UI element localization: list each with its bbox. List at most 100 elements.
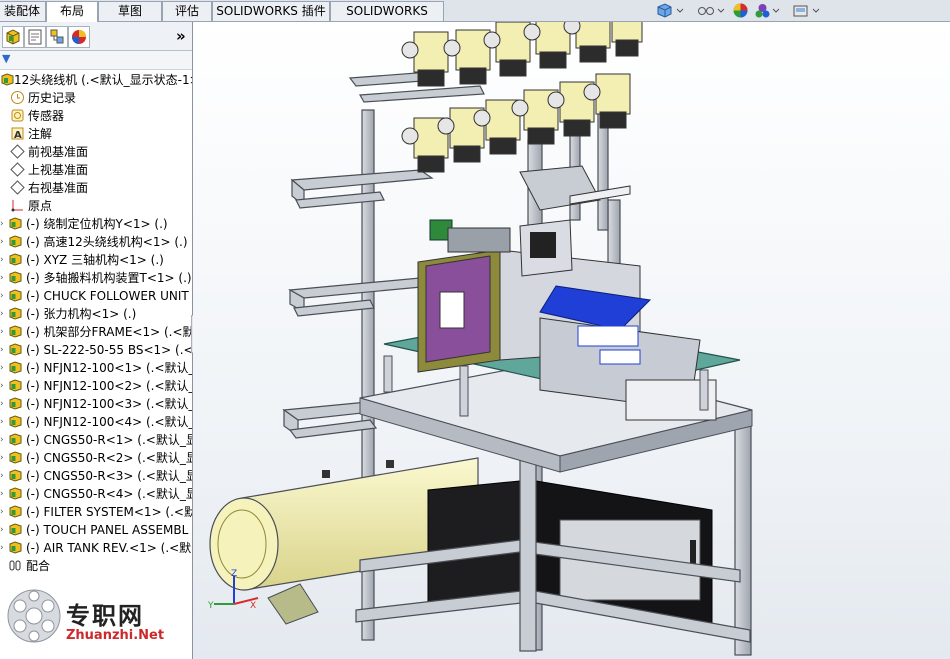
subassembly-icon xyxy=(9,361,22,374)
tree-item[interactable]: 历史记录 xyxy=(0,89,192,107)
tab-assembly[interactable]: 装配体 xyxy=(0,1,46,21)
subassembly-icon xyxy=(9,451,22,464)
chevron-down-icon[interactable] xyxy=(676,2,684,19)
tree-item[interactable]: A 注解 xyxy=(0,125,192,143)
tab-layout[interactable]: 布局 xyxy=(46,1,98,22)
configuration-manager-tab[interactable] xyxy=(46,26,68,48)
tree-item[interactable]: › (-) NFJN12-100<1> (.<默认_ xyxy=(0,359,192,377)
chevron-down-icon[interactable] xyxy=(717,2,725,19)
tree-item-label: (-) TOUCH PANEL ASSEMBL xyxy=(26,523,189,537)
tree-item-label: (-) NFJN12-100<4> (.<默认_ xyxy=(26,415,193,429)
tree-item-label: 上视基准面 xyxy=(28,163,89,177)
expand-icon[interactable]: › xyxy=(0,251,4,269)
tree-item[interactable]: › (-) XYZ 三轴机构<1> (.) xyxy=(0,251,192,269)
subassembly-icon xyxy=(9,523,22,536)
tree-item[interactable]: › (-) CNGS50-R<4> (.<默认_显 xyxy=(0,485,192,503)
subassembly-icon xyxy=(9,397,22,410)
display-manager-tab[interactable] xyxy=(68,26,90,48)
tree-item-label: (-) CNGS50-R<2> (.<默认_显 xyxy=(26,451,193,465)
sensor-icon xyxy=(11,109,24,122)
tree-item[interactable]: › (-) 高速12头绕线机构<1> (.) xyxy=(0,233,192,251)
mates-icon xyxy=(9,560,21,571)
expand-icon[interactable]: › xyxy=(0,233,4,251)
view-orientation-icon[interactable] xyxy=(656,2,673,19)
tree-item[interactable]: › (-) CNGS50-R<3> (.<默认_显 xyxy=(0,467,192,485)
expand-icon[interactable]: › xyxy=(0,323,4,341)
view-settings-icon[interactable] xyxy=(792,2,809,19)
expand-icon[interactable]: › xyxy=(0,341,4,359)
tree-item[interactable]: › (-) 机架部分FRAME<1> (.<默 xyxy=(0,323,192,341)
tree-item[interactable]: › (-) SL-222-50-55 BS<1> (.< xyxy=(0,341,192,359)
tree-item[interactable]: 右视基准面 xyxy=(0,179,192,197)
expand-icon[interactable]: › xyxy=(0,521,4,539)
chevron-down-icon[interactable] xyxy=(812,2,820,19)
command-manager-tabbar: 装配体 布局 草图 评估 SOLIDWORKS 插件 SOLIDWORKS MB… xyxy=(0,0,950,37)
tree-item[interactable]: 配合 xyxy=(0,557,192,575)
expand-icon[interactable]: › xyxy=(0,395,4,413)
tab-evaluate[interactable]: 评估 xyxy=(162,1,212,21)
subassembly-icon xyxy=(9,415,22,428)
expand-icon[interactable]: › xyxy=(0,377,4,395)
tree-item[interactable]: › (-) AIR TANK REV.<1> (.<默 xyxy=(0,539,192,557)
property-manager-tab[interactable] xyxy=(24,26,46,48)
history-icon xyxy=(11,91,24,104)
svg-text:A: A xyxy=(14,130,22,141)
tree-item-label: (-) CNGS50-R<3> (.<默认_显 xyxy=(26,469,193,483)
plane-icon xyxy=(10,162,25,177)
expand-icon[interactable]: › xyxy=(0,485,4,503)
subassembly-icon xyxy=(9,487,22,500)
tree-item[interactable]: › (-) 绕制定位机构Y<1> (.) xyxy=(0,215,192,233)
tree-root[interactable]: 12头绕线机 (.<默认_显示状态-1>) xyxy=(0,71,192,89)
expand-icon[interactable]: › xyxy=(0,467,4,485)
annotation-icon: A xyxy=(11,127,24,141)
tree-item[interactable]: › (-) NFJN12-100<3> (.<默认_ xyxy=(0,395,192,413)
subassembly-icon xyxy=(9,379,22,392)
tab-solidworks-addins[interactable]: SOLIDWORKS 插件 xyxy=(212,1,330,21)
watermark-logo-icon xyxy=(7,589,61,643)
tree-item[interactable]: › (-) 张力机构<1> (.) xyxy=(0,305,192,323)
tree-item[interactable]: 原点 xyxy=(0,197,192,215)
property-icon xyxy=(28,29,42,45)
tree-item[interactable]: › (-) TOUCH PANEL ASSEMBL xyxy=(0,521,192,539)
tab-solidworks-mbd[interactable]: SOLIDWORKS MBD xyxy=(330,1,444,37)
expand-icon[interactable]: › xyxy=(0,539,4,557)
graphics-viewport[interactable] xyxy=(193,22,950,659)
tree-item[interactable]: › (-) CNGS50-R<1> (.<默认_显 xyxy=(0,431,192,449)
tab-sketch[interactable]: 草图 xyxy=(98,1,162,21)
tree-item[interactable]: › (-) 多轴搬料机构装置T<1> (.) xyxy=(0,269,192,287)
tree-item[interactable]: 上视基准面 xyxy=(0,161,192,179)
tree-filter-row[interactable]: ▼ xyxy=(0,51,192,70)
filter-icon[interactable]: ▼ xyxy=(2,52,10,65)
tree-item[interactable]: › (-) FILTER SYSTEM<1> (.<默 xyxy=(0,503,192,521)
expand-icon[interactable]: › xyxy=(0,215,4,233)
scene-icon[interactable] xyxy=(754,2,771,19)
hide-show-items-icon[interactable] xyxy=(696,2,716,19)
tree-item-label: (-) 高速12头绕线机构<1> (.) xyxy=(26,235,188,249)
expand-icon[interactable]: › xyxy=(0,269,4,287)
tree-item[interactable]: › (-) NFJN12-100<4> (.<默认_ xyxy=(0,413,192,431)
appearance-icon[interactable] xyxy=(732,2,749,19)
tree-item[interactable]: › (-) CNGS50-R<2> (.<默认_显 xyxy=(0,449,192,467)
chevron-down-icon[interactable] xyxy=(772,2,780,19)
expand-icon[interactable]: › xyxy=(0,413,4,431)
feature-manager-tab[interactable] xyxy=(2,26,24,48)
tree-item-label: 传感器 xyxy=(28,109,65,123)
tree-item[interactable]: › (-) CHUCK FOLLOWER UNIT xyxy=(0,287,192,305)
reference-triad: Z X Y xyxy=(207,569,259,611)
expand-icon[interactable]: › xyxy=(0,431,4,449)
tree-item-label: (-) 机架部分FRAME<1> (.<默 xyxy=(26,325,193,339)
expand-icon[interactable]: › xyxy=(0,449,4,467)
subassembly-icon xyxy=(9,217,22,230)
expand-icon[interactable]: › xyxy=(0,305,4,323)
panel-toolbar: » xyxy=(0,22,192,51)
expand-icon[interactable]: › xyxy=(0,359,4,377)
expand-icon[interactable]: › xyxy=(0,503,4,521)
expand-icon[interactable]: › xyxy=(0,287,4,305)
subassembly-icon xyxy=(9,235,22,248)
tree-item-label: (-) 张力机构<1> (.) xyxy=(26,307,137,321)
tree-item[interactable]: 传感器 xyxy=(0,107,192,125)
tree-item[interactable]: › (-) NFJN12-100<2> (.<默认_ xyxy=(0,377,192,395)
panel-expand-button[interactable]: » xyxy=(176,27,186,45)
tree-item-label: 历史记录 xyxy=(28,91,77,105)
tree-item[interactable]: 前视基准面 xyxy=(0,143,192,161)
